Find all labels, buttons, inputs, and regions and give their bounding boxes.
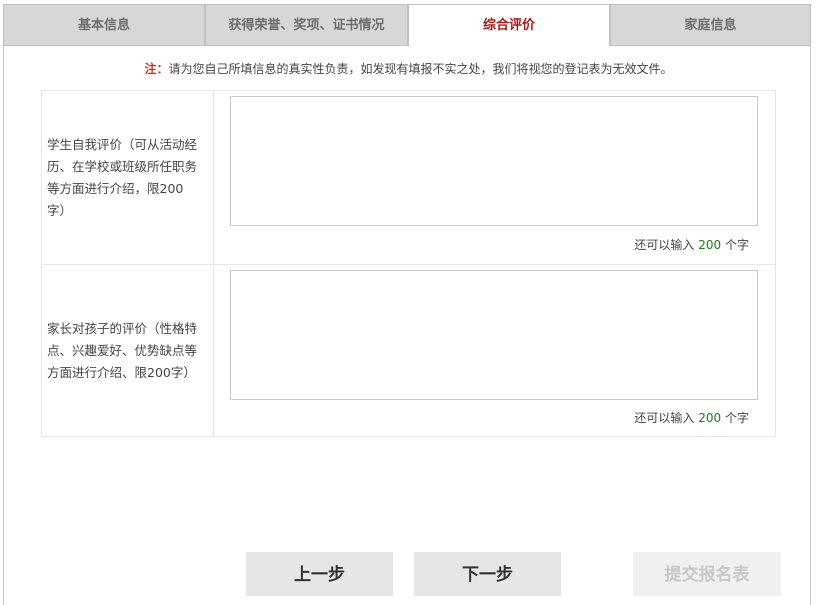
counter-suffix: 个字	[724, 411, 749, 425]
notice-label: 注：	[144, 62, 169, 76]
submit-form-button[interactable]: 提交报名表	[633, 552, 781, 596]
tab-family-info[interactable]: 家庭信息	[610, 4, 811, 46]
counter-prefix: 还可以输入	[634, 411, 695, 425]
tab-bar: 基本信息 获得荣誉、奖项、证书情况 综合评价 家庭信息	[3, 4, 811, 47]
tab-comprehensive-evaluation[interactable]: 综合评价	[408, 4, 610, 47]
notice: 注：请为您自己所填信息的真实性负责，如发现有填报不实之处，我们将视您的登记表为无…	[0, 60, 817, 77]
counter-remaining: 200	[698, 411, 722, 425]
tab-basic-info[interactable]: 基本信息	[3, 4, 205, 46]
next-step-button[interactable]: 下一步	[414, 552, 561, 596]
evaluation-form: 学生自我评价（可从活动经历、在学校或班级所任职务等方面进行介绍，限200字） 还…	[41, 90, 776, 437]
parent-evaluation-counter: 还可以输入 200 个字	[634, 409, 749, 426]
parent-evaluation-textarea[interactable]	[230, 270, 758, 400]
counter-suffix: 个字	[724, 238, 749, 252]
parent-evaluation-row: 家长对孩子的评价（性格特点、兴趣爱好、优势缺点等方面进行介绍、限200字） 还可…	[42, 265, 775, 437]
self-evaluation-row: 学生自我评价（可从活动经历、在学校或班级所任职务等方面进行介绍，限200字） 还…	[42, 91, 775, 265]
notice-text: 请为您自己所填信息的真实性负责，如发现有填报不实之处，我们将视您的登记表为无效文…	[168, 62, 673, 76]
self-evaluation-counter: 还可以输入 200 个字	[634, 236, 749, 253]
parent-evaluation-label: 家长对孩子的评价（性格特点、兴趣爱好、优势缺点等方面进行介绍、限200字）	[42, 265, 214, 437]
self-evaluation-label: 学生自我评价（可从活动经历、在学校或班级所任职务等方面进行介绍，限200字）	[42, 91, 214, 264]
self-evaluation-textarea[interactable]	[230, 96, 758, 226]
counter-remaining: 200	[698, 238, 722, 252]
counter-prefix: 还可以输入	[634, 238, 695, 252]
tab-honors-awards[interactable]: 获得荣誉、奖项、证书情况	[205, 4, 408, 46]
prev-step-button[interactable]: 上一步	[246, 552, 393, 596]
